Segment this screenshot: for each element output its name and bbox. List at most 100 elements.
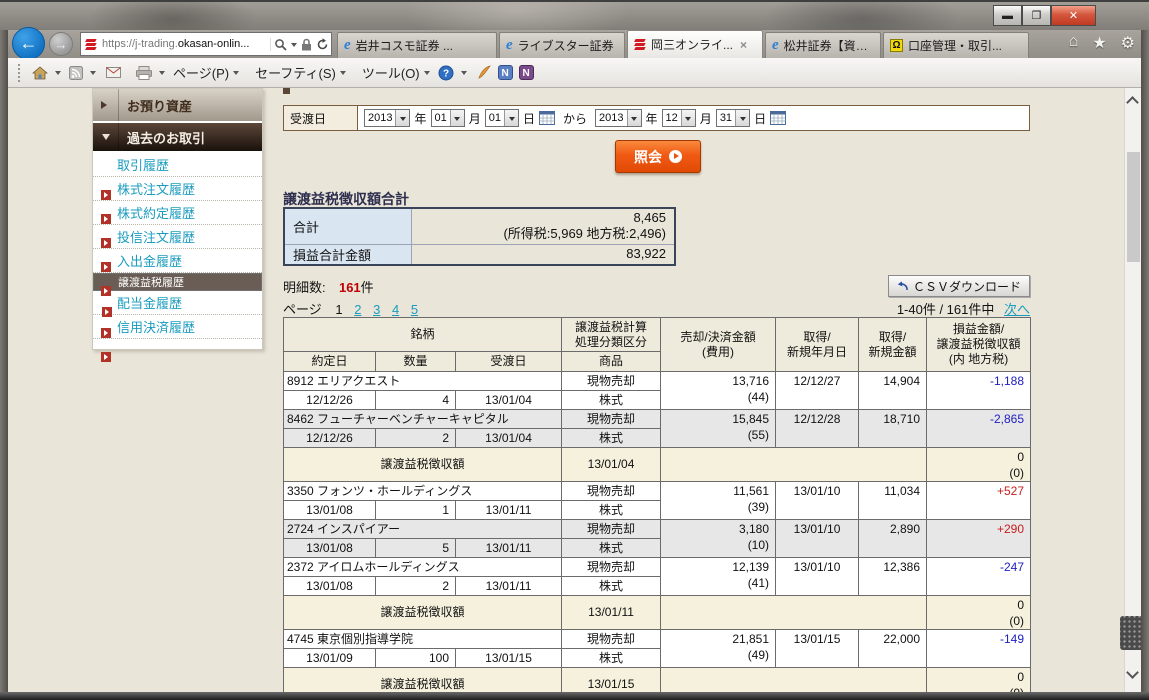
to-year-select[interactable]: 2013 xyxy=(595,109,641,127)
header-category: 譲渡益税計算 処理分類区分 xyxy=(562,318,661,352)
to-day-select[interactable]: 31 xyxy=(716,109,750,127)
menu-page[interactable]: ページ(P) xyxy=(173,63,239,82)
sidebar-item-dividend-history[interactable]: 配当金履歴 xyxy=(93,291,262,315)
header-settle-date: 受渡日 xyxy=(456,352,562,372)
toolbar-grip xyxy=(18,64,22,82)
to-month-select[interactable]: 12 xyxy=(662,109,696,127)
vertical-scrollbar[interactable] xyxy=(1124,88,1141,692)
cell-subtotal-date: 13/01/11 xyxy=(562,596,661,630)
sidebar-item-stock-execution-history[interactable]: 株式約定履歴 xyxy=(93,201,262,225)
forward-button[interactable]: → xyxy=(49,32,73,56)
url-dropdown-icon[interactable] xyxy=(291,43,297,50)
scrolled-fragment xyxy=(283,88,290,94)
scrollbar-down-icon[interactable] xyxy=(1126,666,1139,679)
bullet-icon xyxy=(101,190,111,200)
sidebar-header-assets[interactable]: お預り資産 xyxy=(93,89,262,121)
cell-product: 株式 xyxy=(562,501,661,520)
calendar-icon[interactable] xyxy=(539,111,555,125)
sidebar: お預り資産 過去のお取引 取引履歴 株式注文履歴 株式約定履歴 投信注文履歴 入… xyxy=(92,88,263,350)
from-year-select[interactable]: 2013 xyxy=(364,109,410,127)
maximize-button[interactable]: ❐ xyxy=(1022,5,1051,26)
menu-tools[interactable]: ツール(O) xyxy=(362,63,430,82)
sidebar-header-history[interactable]: 過去のお取引 xyxy=(93,123,262,151)
cell-acq-amount: 18,710 xyxy=(859,410,927,448)
sidebar-item-stock-order-history[interactable]: 株式注文履歴 xyxy=(93,177,262,201)
chevron-down-icon[interactable] xyxy=(461,71,467,78)
expand-arrow-icon xyxy=(93,123,119,151)
detail-count-unit: 件 xyxy=(361,280,374,295)
sidebar-item-deposit-withdrawal-history[interactable]: 入出金履歴 xyxy=(93,249,262,273)
cell-settle-date: 13/01/11 xyxy=(456,539,562,558)
chevron-down-icon[interactable] xyxy=(90,71,96,78)
cell-subtotal-date: 13/01/04 xyxy=(562,448,661,482)
print-icon[interactable] xyxy=(136,66,152,80)
back-button[interactable]: ← xyxy=(12,27,45,60)
sidebar-item-fund-order-history[interactable]: 投信注文履歴 xyxy=(93,225,262,249)
rss-icon[interactable] xyxy=(69,66,83,80)
header-quantity: 数量 xyxy=(376,352,456,372)
page-link-2[interactable]: 2 xyxy=(354,302,361,317)
cell-subtotal-amount: 0 (0) xyxy=(927,596,1031,630)
tab-matsui[interactable]: e松井証券【資産... xyxy=(765,32,881,58)
url-field[interactable]: https://j-trading.okasan-onlin... xyxy=(80,32,332,56)
chevron-down-icon[interactable] xyxy=(55,71,61,78)
cell-subtotal-label: 譲渡益税徴収額 xyxy=(284,668,562,693)
close-button[interactable]: ✕ xyxy=(1051,5,1096,26)
menu-safety[interactable]: セーフティ(S) xyxy=(255,63,346,82)
tab-kouza-kanri[interactable]: Ω口座管理・取引... xyxy=(883,32,1029,58)
day-unit-label: 日 xyxy=(754,110,766,127)
chevron-down-icon[interactable] xyxy=(159,71,165,78)
summary-title: 譲渡益税徴収額合計 xyxy=(283,189,409,209)
help-icon[interactable]: ? xyxy=(438,65,454,81)
sidebar-item-margin-settlement-history[interactable]: 信用決済履歴 xyxy=(93,315,262,339)
tab-livestar[interactable]: eライブスター証券 xyxy=(499,32,625,58)
cell-settle-date: 13/01/11 xyxy=(456,577,562,596)
cell-category: 現物売却 xyxy=(562,558,661,577)
stock-row: 2372 アイロムホールディングス現物売却12,139 (41)13/01/10… xyxy=(284,558,1031,577)
cell-acq-amount: 12,386 xyxy=(859,558,927,596)
home-menu-icon[interactable] xyxy=(32,66,48,80)
month-unit-label: 月 xyxy=(700,110,712,127)
page-link-3[interactable]: 3 xyxy=(373,302,380,317)
onenote-linked-icon[interactable]: N xyxy=(519,65,534,80)
home-icon[interactable]: ⌂ xyxy=(1069,33,1079,53)
cell-quantity: 2 xyxy=(376,429,456,448)
from-day-select[interactable]: 01 xyxy=(485,109,519,127)
cell-subtotal-amount: 0 (0) xyxy=(927,668,1031,693)
sidebar-item-trade-history[interactable]: 取引履歴 xyxy=(93,153,262,177)
lock-icon xyxy=(301,38,312,51)
calendar-icon[interactable] xyxy=(770,111,786,125)
cell-category: 現物売却 xyxy=(562,630,661,649)
settings-gear-icon[interactable]: ⚙ xyxy=(1121,33,1135,53)
cell-settle-date: 13/01/04 xyxy=(456,391,562,410)
next-page-link[interactable]: 次へ xyxy=(1004,302,1030,317)
search-icon[interactable] xyxy=(274,38,287,51)
scrollbar-thumb[interactable] xyxy=(1127,152,1140,262)
favorites-star-icon[interactable]: ★ xyxy=(1092,33,1106,53)
tab-iwai-cosmo[interactable]: e岩井コスモ証券 ... xyxy=(337,32,497,58)
bullet-icon xyxy=(101,262,111,272)
page-link-5[interactable]: 5 xyxy=(411,302,418,317)
minimize-button[interactable]: ▬ xyxy=(993,5,1022,26)
tab-okasan-active[interactable]: 岡三オンライ...× xyxy=(627,30,763,58)
sidebar-item-capital-gains-tax-history[interactable]: 譲渡益税履歴 xyxy=(93,273,262,291)
quill-icon[interactable] xyxy=(477,65,491,80)
url-text: https://j-trading.okasan-onlin... xyxy=(102,38,270,50)
page-link-4[interactable]: 4 xyxy=(392,302,399,317)
subtotal-row: 譲渡益税徴収額13/01/110 (0) xyxy=(284,596,1031,630)
csv-arrow-icon xyxy=(897,281,909,292)
cell-subtotal-empty xyxy=(661,668,927,693)
tab-close-icon[interactable]: × xyxy=(740,38,747,52)
csv-download-button[interactable]: ＣＳＶダウンロード xyxy=(888,275,1030,297)
detail-count-value: 161 xyxy=(339,280,361,295)
refresh-icon[interactable] xyxy=(316,38,329,51)
inquiry-button[interactable]: 照会 xyxy=(615,140,701,173)
onenote-send-icon[interactable]: N xyxy=(498,65,513,80)
scrollbar-up-icon[interactable] xyxy=(1126,96,1139,109)
summary-row-value: 83,922 xyxy=(411,244,675,265)
cell-category: 現物売却 xyxy=(562,410,661,429)
ie-icon: e xyxy=(772,37,779,54)
mail-icon[interactable] xyxy=(106,67,121,78)
from-month-select[interactable]: 01 xyxy=(431,109,465,127)
play-icon xyxy=(669,150,682,163)
